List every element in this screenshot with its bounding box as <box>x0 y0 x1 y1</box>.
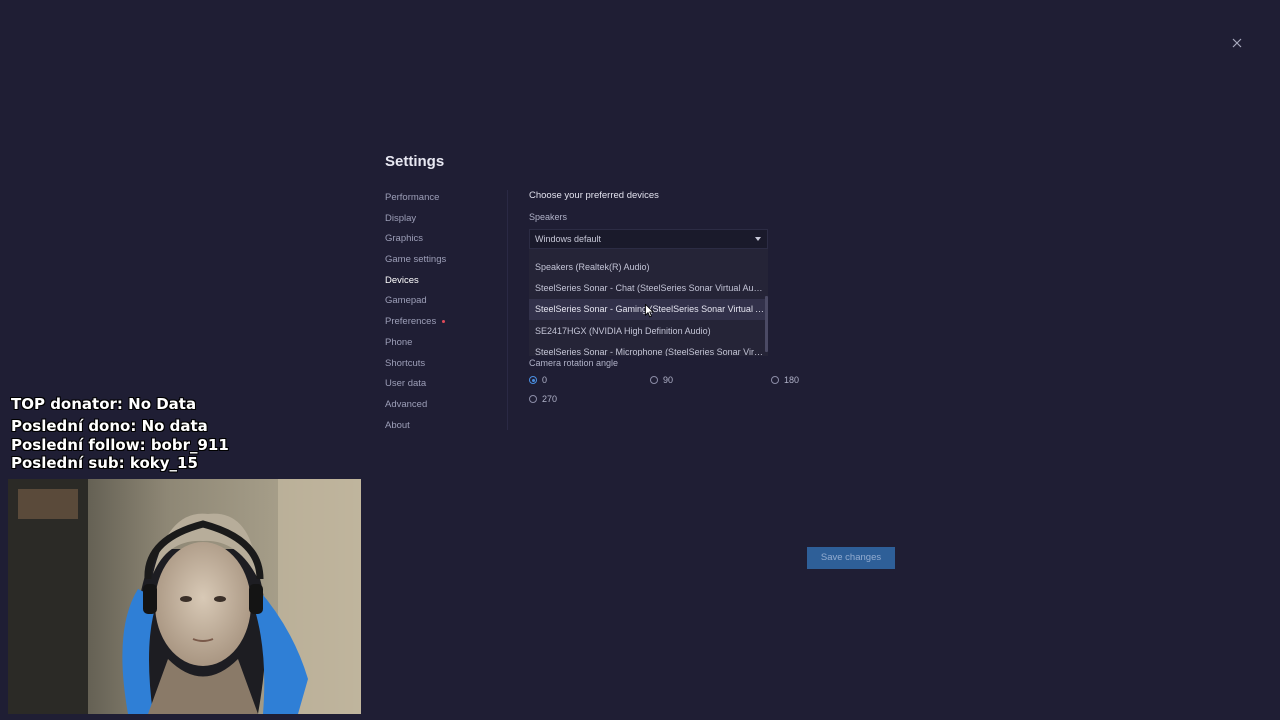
radio-circle[interactable] <box>529 376 537 384</box>
close-icon[interactable] <box>1229 35 1245 51</box>
radio-circle[interactable] <box>650 376 658 384</box>
radio-label: 90 <box>663 375 674 385</box>
radio-circle[interactable] <box>529 395 537 403</box>
speaker-option[interactable]: SE2417HGX (NVIDIA High Definition Audio) <box>529 321 765 342</box>
divider <box>507 190 508 430</box>
nav-display-label: Display <box>385 212 417 224</box>
nav-gamepad[interactable]: Gamepad <box>385 291 495 312</box>
speaker-option[interactable]: SteelSeries Sonar - Chat (SteelSeries So… <box>529 278 765 299</box>
camera-rotation-radio-180[interactable]: 180 <box>771 375 799 385</box>
nav-game-settings-label: Game settings <box>385 254 447 266</box>
settings-screen: Settings Performance Display Graphics Game … <box>0 0 1280 720</box>
speakers-select[interactable]: Windows default <box>529 229 768 249</box>
settings-nav: Performance Display Graphics Game settings D… <box>385 188 495 436</box>
nav-performance-label: Performance <box>385 192 440 203</box>
nav-devices[interactable]: Devices <box>385 271 495 292</box>
nav-display[interactable]: Display <box>385 209 495 230</box>
nav-shortcuts-label: Shortcuts <box>385 357 426 369</box>
overlay-last-sub: Poslední sub: koky_15 <box>11 454 198 472</box>
chevron-down-icon <box>755 237 761 241</box>
save-changes-button[interactable]: Save changes <box>807 547 895 569</box>
nav-graphics[interactable]: Graphics <box>385 229 495 250</box>
nav-gamepad-label: Gamepad <box>385 295 427 307</box>
nav-shortcuts[interactable]: Shortcuts <box>385 354 495 375</box>
camera-rotation-radio-90[interactable]: 90 <box>650 375 673 385</box>
nav-phone[interactable]: Phone <box>385 333 495 354</box>
overlay-last-dono: Poslední dono: No data <box>11 417 208 435</box>
nav-advanced[interactable]: Advanced <box>385 395 495 416</box>
overlay-top-donator: TOP donator: No Data <box>11 395 197 413</box>
notification-dot-icon <box>442 320 446 324</box>
devices-heading: Choose your preferred devices <box>529 190 659 201</box>
overlay-last-follow: Poslední follow: bobr_911 <box>11 436 229 454</box>
radio-label: 270 <box>542 394 558 404</box>
speaker-option[interactable]: SteelSeries Sonar - Microphone (SteelSer… <box>529 342 765 356</box>
nav-preferences-label: Preferences <box>385 316 437 328</box>
speakers-label: Speakers <box>529 212 568 222</box>
mouse-cursor-icon <box>645 304 655 318</box>
nav-about[interactable]: About <box>385 416 495 437</box>
nav-game-settings[interactable]: Game settings <box>385 250 495 271</box>
speakers-dropdown: Speakers (Realtek(R) Audio) SteelSeries S… <box>529 249 768 356</box>
camera-rotation-radio-0[interactable]: 0 <box>529 375 547 385</box>
nav-advanced-label: Advanced <box>385 398 428 410</box>
nav-performance[interactable]: Performance <box>385 188 495 209</box>
radio-label: 180 <box>784 375 800 385</box>
nav-preferences[interactable]: Preferences <box>385 312 495 333</box>
radio-label: 0 <box>542 375 548 385</box>
radio-circle[interactable] <box>771 376 779 384</box>
nav-graphics-label: Graphics <box>385 233 424 245</box>
dropdown-scrollbar-thumb[interactable] <box>765 296 768 352</box>
nav-phone-label: Phone <box>385 336 413 348</box>
webcam-feed <box>8 479 361 714</box>
camera-rotation-radio-270[interactable]: 270 <box>529 394 557 404</box>
page-title: Settings <box>385 153 445 170</box>
nav-user-data[interactable]: User data <box>385 374 495 395</box>
nav-user-data-label: User data <box>385 378 427 390</box>
camera-rotation-label: Camera rotation angle <box>529 358 619 368</box>
nav-devices-label: Devices <box>385 274 419 286</box>
nav-about-label: About <box>385 419 410 431</box>
speaker-option[interactable]: Speakers (Realtek(R) Audio) <box>529 257 765 278</box>
speakers-select-value: Windows default <box>535 234 602 244</box>
